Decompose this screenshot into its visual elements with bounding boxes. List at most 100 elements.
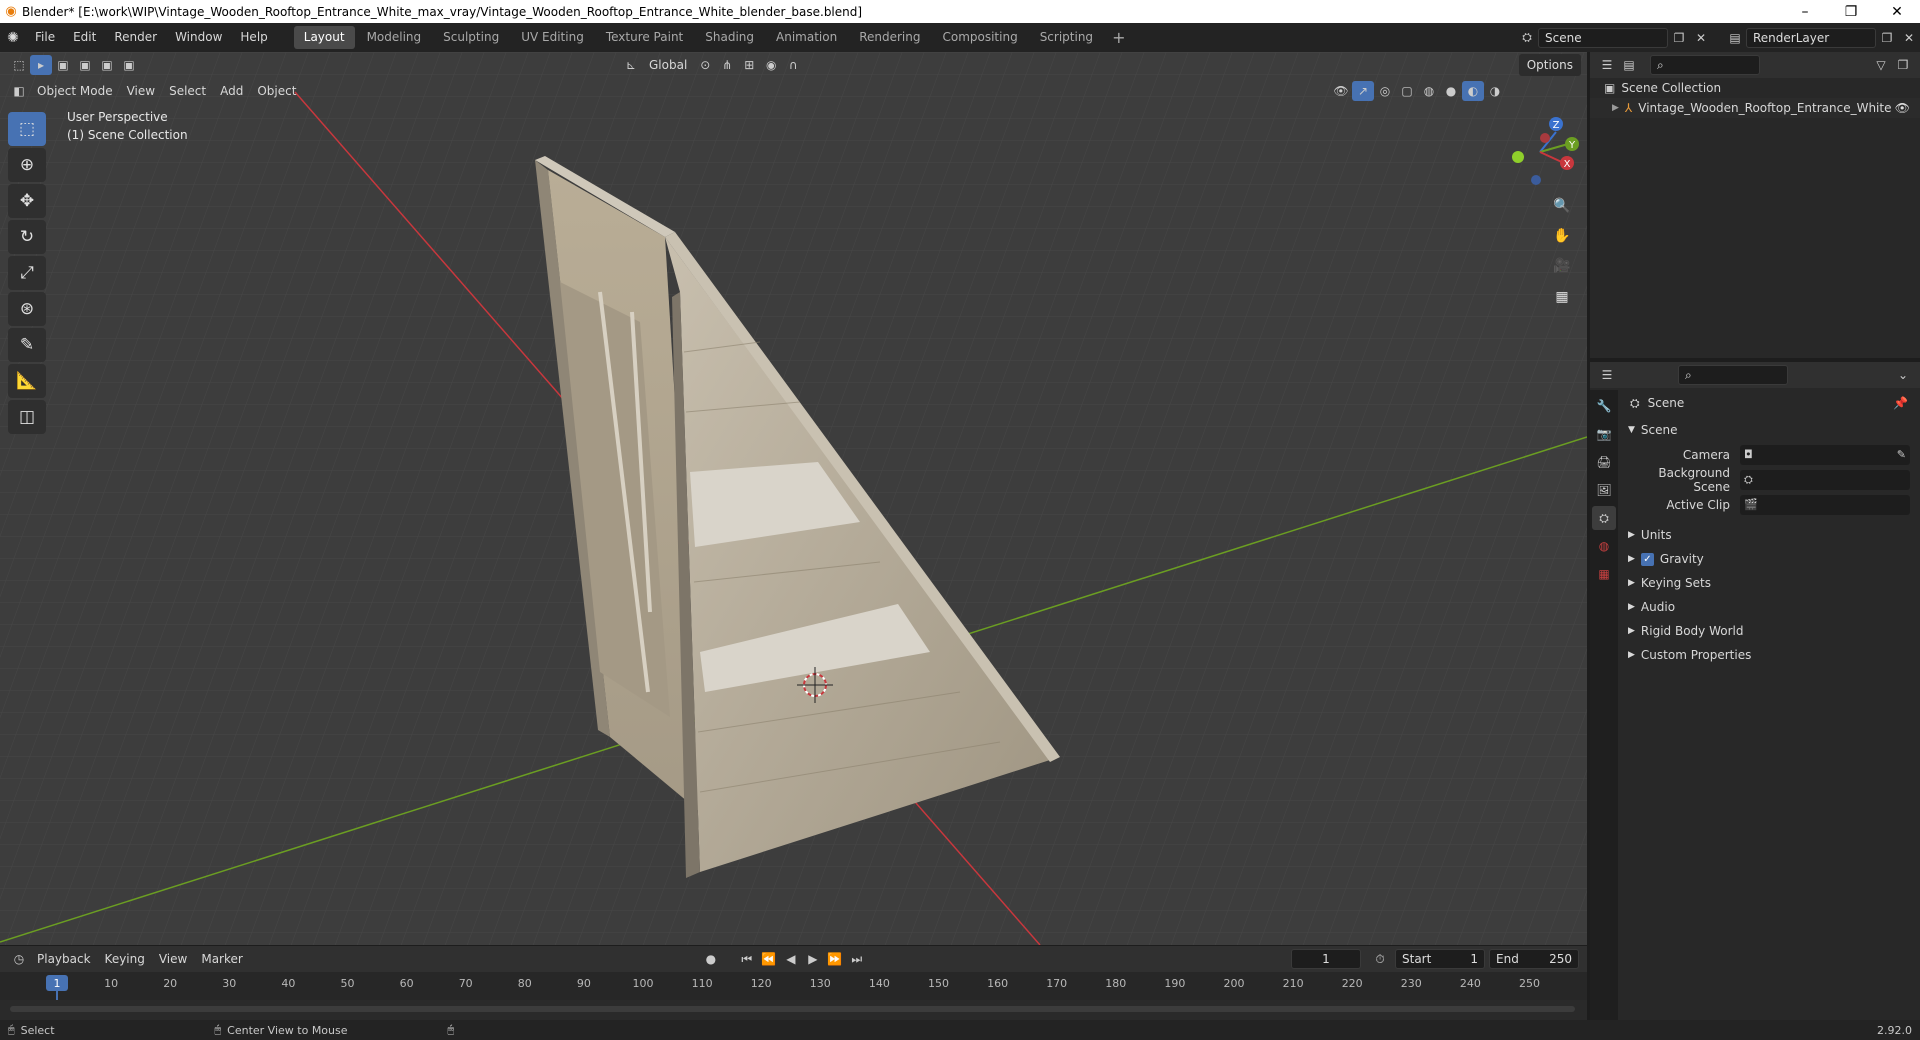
transform-tool-icon[interactable]: ⊛ <box>8 292 46 326</box>
eyedropper-icon[interactable]: ✎ <box>1897 448 1906 461</box>
new-layer-icon[interactable]: ❐ <box>1876 28 1898 48</box>
tab-sculpting[interactable]: Sculpting <box>433 26 509 49</box>
jump-start-icon[interactable]: ⏮ <box>736 949 758 969</box>
expand-arrow-icon[interactable]: ▶ <box>1612 103 1619 113</box>
minimize-button[interactable]: – <box>1782 4 1828 20</box>
select-extend-icon[interactable]: ▣ <box>74 55 96 75</box>
tab-animation[interactable]: Animation <box>766 26 847 49</box>
proportional-edit-icon[interactable]: ◉ <box>760 55 782 75</box>
filter-icon[interactable]: ▽ <box>1870 55 1892 75</box>
move-tool-icon[interactable]: ✥ <box>8 184 46 218</box>
maximize-button[interactable]: ❐ <box>1828 4 1874 20</box>
keying-sets-panel-header[interactable]: ▶ Keying Sets <box>1622 571 1920 595</box>
pin-icon[interactable]: 📌 <box>1893 396 1908 410</box>
visibility-icon[interactable]: 👁 <box>1330 81 1352 101</box>
perspective-toggle-icon[interactable]: ▦ <box>1548 283 1576 311</box>
close-button[interactable]: ✕ <box>1874 4 1920 20</box>
blender-menu-icon[interactable]: ✺ <box>0 23 26 52</box>
tab-texture-paint[interactable]: Texture Paint <box>596 26 693 49</box>
pivot-point-icon[interactable]: ⊙ <box>694 55 716 75</box>
display-mode-icon[interactable]: ▤ <box>1618 55 1640 75</box>
expand-arrow-icon[interactable]: ▶ <box>1628 626 1635 636</box>
outliner-search-input[interactable]: ⌕ <box>1650 55 1760 75</box>
expand-arrow-icon[interactable]: ▶ <box>1628 578 1635 588</box>
scale-tool-icon[interactable]: ⤢ <box>8 256 46 290</box>
auto-keying-icon[interactable]: ● <box>700 949 722 969</box>
editor-type-icon[interactable]: ⬚ <box>8 55 30 75</box>
expand-arrow-icon[interactable]: ▶ <box>1628 650 1635 660</box>
delete-layer-icon[interactable]: ✕ <box>1898 28 1920 48</box>
add-cube-tool-icon[interactable]: ◫ <box>8 400 46 434</box>
current-frame-field[interactable]: 1 <box>1291 949 1361 969</box>
menu-window[interactable]: Window <box>166 23 231 52</box>
custom-properties-panel-header[interactable]: ▶ Custom Properties <box>1622 643 1920 667</box>
snap-icon[interactable]: ⋔ <box>716 55 738 75</box>
timeline-menu-keying[interactable]: Keying <box>98 948 152 970</box>
preview-range-icon[interactable]: ⏱ <box>1369 949 1391 969</box>
viewport-menu-add[interactable]: Add <box>213 80 250 102</box>
select-box-tool-icon[interactable]: ⬚ <box>8 112 46 146</box>
tab-modeling[interactable]: Modeling <box>357 26 432 49</box>
texture-tab-icon[interactable]: ▦ <box>1592 562 1616 586</box>
select-subtract-icon[interactable]: ▣ <box>96 55 118 75</box>
wireframe-shading-icon[interactable]: ◍ <box>1418 81 1440 101</box>
timeline-menu-marker[interactable]: Marker <box>194 948 249 970</box>
menu-edit[interactable]: Edit <box>64 23 105 52</box>
viewport-menu-view[interactable]: View <box>120 80 162 102</box>
pan-hand-icon[interactable]: ✋ <box>1548 222 1576 250</box>
scene-field[interactable]: Scene <box>1538 27 1668 48</box>
measure-tool-icon[interactable]: 📐 <box>8 364 46 398</box>
annotate-tool-icon[interactable]: ✎ <box>8 328 46 362</box>
play-reverse-icon[interactable]: ◀ <box>780 949 802 969</box>
jump-keyframe-back-icon[interactable]: ⏪ <box>758 949 780 969</box>
active-clip-field[interactable]: 🎬 <box>1740 494 1910 515</box>
rigid-body-world-panel-header[interactable]: ▶ Rigid Body World <box>1622 619 1920 643</box>
timeline-menu-playback[interactable]: Playback <box>30 948 98 970</box>
jump-keyframe-forward-icon[interactable]: ⏩ <box>824 949 846 969</box>
rotate-tool-icon[interactable]: ↻ <box>8 220 46 254</box>
tab-rendering[interactable]: Rendering <box>849 26 930 49</box>
new-scene-icon[interactable]: ❐ <box>1668 28 1690 48</box>
add-workspace-icon[interactable]: + <box>1104 28 1133 47</box>
tool-tab-icon[interactable]: 🔧 <box>1592 394 1616 418</box>
tab-uv-editing[interactable]: UV Editing <box>511 26 594 49</box>
view-layer-icon[interactable]: ▤ <box>1724 28 1746 48</box>
expand-arrow-icon[interactable]: ▶ <box>1628 554 1635 564</box>
expand-arrow-icon[interactable]: ▶ <box>1628 530 1635 540</box>
tab-scripting[interactable]: Scripting <box>1030 26 1103 49</box>
gravity-checkbox[interactable]: ✓ <box>1640 552 1654 566</box>
world-tab-icon[interactable]: ◍ <box>1592 534 1616 558</box>
cursor-tool-icon[interactable]: ⊕ <box>8 148 46 182</box>
outliner-row-scene-collection[interactable]: ▣ Scene Collection <box>1590 78 1920 98</box>
gravity-panel-header[interactable]: ▶ ✓ Gravity <box>1622 547 1920 571</box>
transform-orientation-icon[interactable]: ⊾ <box>620 55 642 75</box>
scene-selector-icon[interactable]: ⛭ <box>1516 28 1538 48</box>
3d-viewport[interactable] <box>0 52 1587 945</box>
timeline-menu-view[interactable]: View <box>152 948 194 970</box>
menu-help[interactable]: Help <box>231 23 276 52</box>
play-icon[interactable]: ▶ <box>802 949 824 969</box>
view-layer-tab-icon[interactable]: 🖼 <box>1592 478 1616 502</box>
select-new-icon[interactable]: ▣ <box>52 55 74 75</box>
outliner-row-object[interactable]: ▶ ⅄ Vintage_Wooden_Rooftop_Entrance_Whit… <box>1590 98 1920 118</box>
menu-render[interactable]: Render <box>105 23 166 52</box>
timeline-editor-icon[interactable]: ◷ <box>8 949 30 969</box>
audio-panel-header[interactable]: ▶ Audio <box>1622 595 1920 619</box>
tab-compositing[interactable]: Compositing <box>932 26 1027 49</box>
properties-search-input[interactable]: ⌕ <box>1678 365 1788 385</box>
viewport-menu-select[interactable]: Select <box>162 80 213 102</box>
background-scene-field[interactable]: ⛭ <box>1740 469 1910 490</box>
expand-arrow-icon[interactable]: ▶ <box>1628 602 1635 612</box>
options-dropdown[interactable]: Options <box>1518 54 1581 76</box>
render-tab-icon[interactable]: 📷 <box>1592 422 1616 446</box>
snap-target-icon[interactable]: ⊞ <box>738 55 760 75</box>
object-mode-dropdown[interactable]: Object Mode <box>30 80 120 102</box>
menu-file[interactable]: File <box>26 23 64 52</box>
new-collection-icon[interactable]: ❐ <box>1892 55 1914 75</box>
material-shading-icon[interactable]: ◐ <box>1462 81 1484 101</box>
solid-shading-icon[interactable]: ● <box>1440 81 1462 101</box>
scene-panel-header[interactable]: ▼ Scene <box>1622 418 1920 442</box>
falloff-icon[interactable]: ∩ <box>782 55 804 75</box>
start-frame-field[interactable]: Start 1 <box>1395 949 1485 969</box>
viewport-menu-object[interactable]: Object <box>250 80 303 102</box>
